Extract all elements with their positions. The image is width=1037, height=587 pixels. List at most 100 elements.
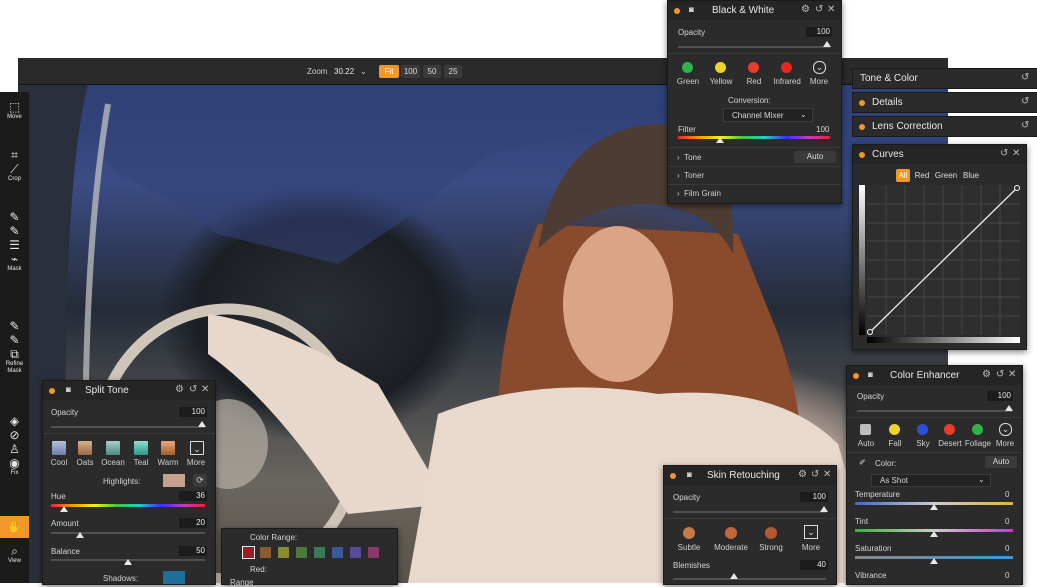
lens-correction-panel[interactable]: Lens Correction ↺ (852, 116, 1037, 137)
tool-move[interactable]: ⬚ Move (0, 100, 29, 121)
opacity-slider[interactable] (678, 46, 830, 48)
tool-fix[interactable]: ◈ ⊘ ♙ ◉ Fix (0, 414, 29, 477)
slider-handle[interactable] (60, 506, 68, 512)
slider-handle[interactable] (820, 506, 828, 512)
more-chevron-icon[interactable]: ⌄ (804, 525, 818, 539)
zoom-value[interactable]: 30.22 (334, 67, 354, 76)
enable-dot[interactable] (674, 8, 680, 14)
opacity-slider[interactable] (857, 410, 1012, 412)
highlights-color-swatch[interactable] (163, 474, 185, 487)
blemishes-slider[interactable] (673, 578, 826, 580)
color-range-swatch-orange[interactable] (260, 547, 271, 558)
auto-button[interactable]: Auto (985, 456, 1017, 468)
infrared-filter-swatch[interactable] (781, 62, 792, 73)
swap-icon[interactable]: ⟳ (193, 474, 207, 487)
close-icon[interactable]: ✕ (827, 4, 835, 15)
strong-face-icon[interactable] (765, 527, 777, 539)
enable-dot[interactable] (49, 388, 55, 394)
filter-slider-value[interactable]: 100 (816, 125, 829, 134)
slider-handle[interactable] (76, 532, 84, 538)
color-range-swatch-magenta[interactable] (368, 547, 379, 558)
color-range-swatch-yellow[interactable] (278, 547, 289, 558)
close-icon[interactable]: ✕ (1012, 148, 1020, 159)
red-filter-swatch[interactable] (748, 62, 759, 73)
temperature-value[interactable]: 0 (1005, 490, 1009, 499)
tool-refine-mask[interactable]: ✎ ✎ ⧉ Refine Mask (0, 319, 29, 375)
opacity-value[interactable]: 100 (800, 492, 828, 502)
color-range-swatch-red[interactable] (242, 546, 255, 559)
sky-preset-swatch[interactable] (917, 424, 928, 435)
tone-section[interactable]: › Tone (677, 153, 701, 162)
chevron-down-icon[interactable]: ⌄ (360, 67, 367, 76)
balance-value[interactable]: 50 (179, 546, 207, 556)
film-grain-section[interactable]: › Film Grain (677, 189, 721, 198)
slider-handle[interactable] (716, 137, 724, 143)
slider-handle[interactable] (198, 421, 206, 427)
vibrance-value[interactable]: 0 (1005, 571, 1009, 580)
curve-channel-green[interactable]: Green (934, 169, 958, 182)
fall-preset-swatch[interactable] (889, 424, 900, 435)
opacity-value[interactable]: 100 (806, 27, 832, 37)
color-range-swatch-purple[interactable] (350, 547, 361, 558)
tone-color-panel[interactable]: Tone & Color ↺ (852, 68, 1037, 89)
close-icon[interactable]: ✕ (823, 469, 831, 480)
zoom-25-button[interactable]: 25 (444, 65, 462, 78)
slider-handle[interactable] (730, 573, 738, 579)
color-range-swatch-blue[interactable] (332, 547, 343, 558)
gear-icon[interactable]: ⚙ (798, 469, 807, 480)
reset-icon[interactable]: ↺ (811, 469, 819, 480)
amount-slider[interactable] (51, 532, 205, 534)
reset-icon[interactable]: ↺ (996, 369, 1004, 380)
hue-slider[interactable] (51, 504, 205, 507)
opacity-slider[interactable] (673, 511, 826, 513)
oats-preset-swatch[interactable] (78, 441, 92, 455)
toner-section[interactable]: › Toner (677, 171, 704, 180)
gear-icon[interactable]: ⚙ (801, 4, 810, 15)
desert-preset-swatch[interactable] (944, 424, 955, 435)
curve-graph[interactable] (859, 185, 1023, 345)
tool-mask[interactable]: ✎ ✎ ☰ ⌁ Mask (0, 210, 29, 273)
cool-preset-swatch[interactable] (52, 441, 66, 455)
tool-hand[interactable]: ✋ (0, 516, 29, 538)
more-chevron-icon[interactable]: ⌄ (813, 61, 826, 74)
warm-preset-swatch[interactable] (161, 441, 175, 455)
amount-value[interactable]: 20 (179, 518, 207, 528)
reset-icon[interactable]: ↺ (189, 384, 197, 395)
moderate-face-icon[interactable] (725, 527, 737, 539)
slider-handle[interactable] (930, 504, 938, 510)
conversion-select[interactable]: Channel Mixer ⌄ (723, 108, 813, 122)
enable-dot[interactable] (859, 152, 865, 158)
curve-channel-red[interactable]: Red (913, 169, 931, 182)
hue-value[interactable]: 36 (179, 491, 207, 501)
tool-view[interactable]: ⌕ View (0, 544, 29, 565)
opacity-value[interactable]: 100 (179, 407, 207, 417)
enable-dot[interactable] (859, 100, 865, 106)
slider-handle[interactable] (1005, 405, 1013, 411)
opacity-value[interactable]: 100 (987, 391, 1013, 401)
auto-preset-icon[interactable] (860, 424, 871, 435)
enable-dot[interactable] (853, 373, 859, 379)
more-chevron-icon[interactable]: ⌄ (190, 441, 204, 455)
more-chevron-icon[interactable]: ⌄ (999, 423, 1012, 436)
saturation-value[interactable]: 0 (1005, 544, 1009, 553)
reset-icon[interactable]: ↺ (1000, 148, 1008, 159)
green-filter-swatch[interactable] (682, 62, 693, 73)
slider-handle[interactable] (124, 559, 132, 565)
reset-icon[interactable]: ↺ (815, 4, 823, 15)
eyedropper-icon[interactable]: ✐ (859, 458, 866, 467)
shadows-color-swatch[interactable] (163, 571, 185, 584)
curve-channel-all[interactable]: All (896, 169, 910, 182)
enable-dot[interactable] (670, 473, 676, 479)
close-icon[interactable]: ✕ (1008, 369, 1016, 380)
color-range-swatch-green[interactable] (296, 547, 307, 558)
zoom-fit-button[interactable]: Fit (379, 65, 399, 78)
zoom-100-button[interactable]: 100 (401, 65, 420, 78)
tool-crop[interactable]: ⌗ ⟋ Crop (0, 148, 29, 183)
zoom-50-button[interactable]: 50 (423, 65, 441, 78)
tint-value[interactable]: 0 (1005, 517, 1009, 526)
gear-icon[interactable]: ⚙ (175, 384, 184, 395)
filter-hue-slider[interactable] (678, 136, 830, 139)
close-icon[interactable]: ✕ (201, 384, 209, 395)
teal-preset-swatch[interactable] (134, 441, 148, 455)
color-range-swatch-teal[interactable] (314, 547, 325, 558)
